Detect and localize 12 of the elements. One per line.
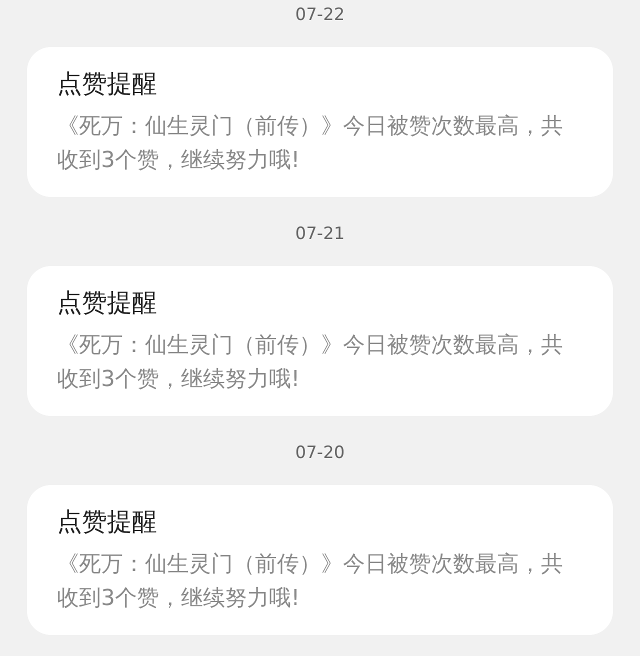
notification-title: 点赞提醒 — [57, 69, 158, 99]
notification-card[interactable]: 点赞提醒 《死万：仙生灵门（前传）》今日被赞次数最高，共收到3个赞，继续努力哦! — [27, 47, 613, 197]
date-label: 07-20 — [295, 442, 345, 465]
notification-card[interactable]: 点赞提醒 《死万：仙生灵门（前传）》今日被赞次数最高，共收到3个赞，继续努力哦! — [27, 266, 613, 416]
date-label: 07-21 — [295, 223, 345, 246]
notification-title: 点赞提醒 — [57, 288, 158, 318]
notification-title: 点赞提醒 — [57, 507, 158, 537]
notification-card[interactable]: 点赞提醒 《死万：仙生灵门（前传）》今日被赞次数最高，共收到3个赞，继续努力哦! — [27, 485, 613, 635]
notification-message: 《死万：仙生灵门（前传）》今日被赞次数最高，共收到3个赞，继续努力哦! — [57, 551, 564, 613]
date-label: 07-22 — [295, 4, 345, 27]
notification-message: 《死万：仙生灵门（前传）》今日被赞次数最高，共收到3个赞，继续努力哦! — [57, 332, 564, 394]
notification-message: 《死万：仙生灵门（前传）》今日被赞次数最高，共收到3个赞，继续努力哦! — [57, 113, 564, 175]
